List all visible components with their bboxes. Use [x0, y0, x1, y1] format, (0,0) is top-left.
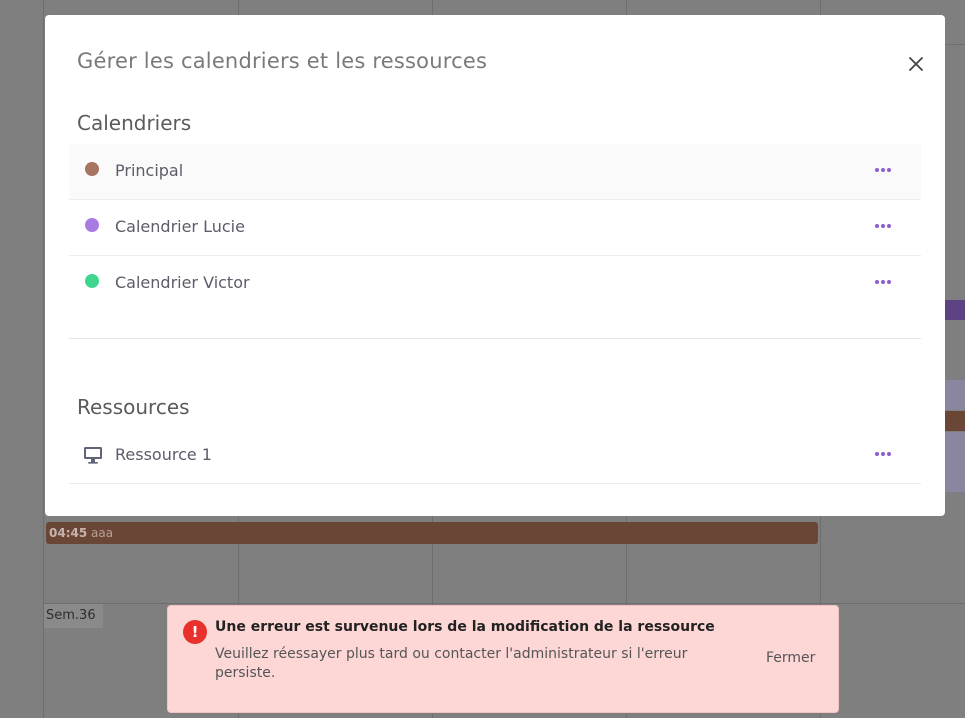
calendar-item-victor[interactable]: Calendrier Victor [69, 256, 921, 312]
calendar-color-dot [85, 274, 99, 288]
modal-title: Gérer les calendriers et les ressources [77, 49, 488, 73]
error-icon: ! [183, 620, 207, 644]
resource-item-1[interactable]: Ressource 1 [69, 428, 921, 484]
toast-message: Veuillez réessayer plus tard ou contacte… [215, 646, 688, 681]
toast-title: Une erreur est survenue lors de la modif… [215, 619, 715, 635]
more-options-button[interactable] [875, 450, 893, 458]
calendars-section-title: Calendriers [77, 111, 192, 135]
more-options-button[interactable] [875, 222, 893, 230]
close-toast-button[interactable]: Fermer [766, 650, 815, 666]
monitor-icon [84, 447, 102, 464]
calendar-list: Principal Calendrier Lucie Calendrier Vi… [69, 144, 921, 312]
resources-section-title: Ressources [77, 395, 190, 419]
more-options-button[interactable] [875, 278, 893, 286]
more-options-button[interactable] [875, 166, 893, 174]
event-title: aaa [91, 526, 114, 540]
calendar-item-lucie[interactable]: Calendrier Lucie [69, 200, 921, 256]
calendar-item-principal[interactable]: Principal [69, 144, 921, 200]
event-time: 04:45 [49, 526, 88, 540]
close-icon [909, 57, 923, 71]
event-strip [945, 411, 965, 431]
section-divider [69, 338, 921, 339]
event-strip [945, 300, 965, 320]
calendar-color-dot [85, 218, 99, 232]
calendar-label: Calendrier Lucie [115, 217, 245, 236]
calendar-event[interactable]: 04:45 aaa [46, 522, 818, 544]
event-strip [945, 380, 965, 410]
event-strip [945, 432, 965, 492]
manage-calendars-modal: Gérer les calendriers et les ressources … [45, 15, 945, 516]
calendar-label: Calendrier Victor [115, 273, 250, 292]
calendar-color-dot [85, 162, 99, 176]
week-label: Sem.36 [44, 604, 103, 628]
calendar-label: Principal [115, 161, 184, 180]
grid-line [43, 603, 965, 604]
resource-label: Ressource 1 [115, 445, 212, 464]
close-button[interactable] [906, 54, 926, 74]
error-toast: ! Une erreur est survenue lors de la mod… [167, 605, 839, 713]
